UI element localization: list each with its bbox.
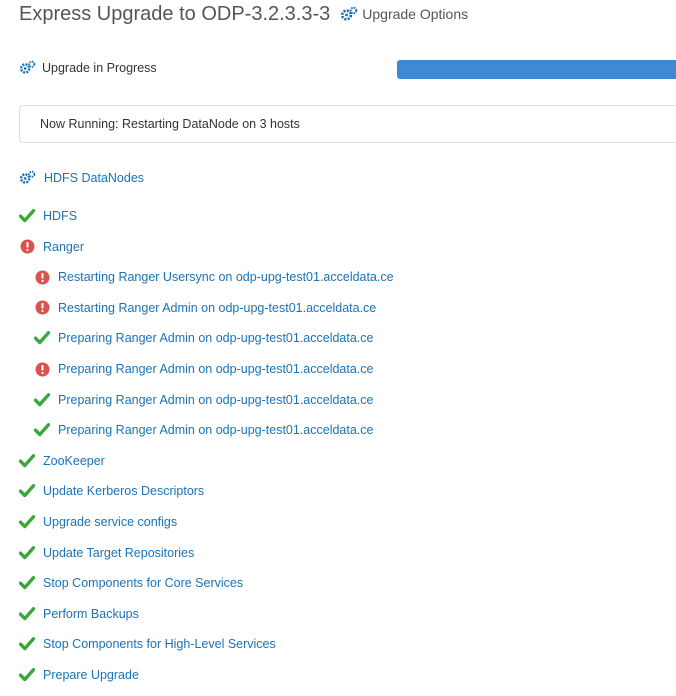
task-label: ZooKeeper [43,453,105,468]
task-item[interactable]: Upgrade service configs [19,513,177,531]
upgrade-options-label: Upgrade Options [362,6,469,22]
task-item[interactable]: Update Target Repositories [19,544,194,562]
task-label: Ranger [43,239,84,254]
checkmark-icon [19,545,35,561]
task-label: Preparing Ranger Admin on odp-upg-test01… [58,392,374,407]
error-icon [34,361,50,377]
gears-icon [19,170,36,184]
error-icon [34,269,50,285]
now-running-text: Now Running: Restarting DataNode on 3 ho… [40,117,300,131]
subtask-item[interactable]: Restarting Ranger Usersync on odp-upg-te… [34,268,394,286]
checkmark-icon [19,667,35,683]
task-label: Upgrade service configs [43,515,178,529]
task-label: Preparing Ranger Admin on odp-upg-test01… [58,331,374,346]
task-item[interactable]: Perform Backups [19,605,139,623]
header: Express Upgrade to ODP-3.2.3.3-3 Upgrade… [19,0,468,28]
error-icon [19,239,35,255]
page-title: Express Upgrade to ODP-3.2.3.3-3 [19,2,331,25]
task-label: Update Kerberos Descriptors [43,484,205,499]
subtask-item[interactable]: Restarting Ranger Admin on odp-upg-test0… [34,299,376,317]
subtask-item[interactable]: Preparing Ranger Admin on odp-upg-test01… [34,329,373,347]
checkmark-icon [19,636,35,652]
task-item[interactable]: Update Kerberos Descriptors [19,482,204,500]
upgrade-options-link[interactable]: Upgrade Options [340,6,468,22]
subtask-item[interactable]: Preparing Ranger Admin on odp-upg-test01… [34,391,373,409]
task-item[interactable]: Ranger [19,238,84,256]
task-label: HDFS [43,209,78,223]
task-label: Preparing Ranger Admin on odp-upg-test01… [58,423,374,438]
checkmark-icon [34,392,50,408]
task-item[interactable]: Stop Components for Core Services [19,574,243,592]
checkmark-icon [19,514,35,530]
upgrade-status-row: Upgrade in Progress [19,58,676,82]
upgrade-status: Upgrade in Progress [19,60,157,75]
checkmark-icon [19,575,35,591]
checkmark-icon [19,483,35,499]
now-running-panel: Now Running: Restarting DataNode on 3 ho… [19,105,676,143]
checkmark-icon [34,422,50,438]
current-group[interactable]: HDFS DataNodes [19,170,144,185]
task-item[interactable]: Stop Components for High-Level Services [19,635,276,653]
task-item[interactable]: Prepare Upgrade [19,666,139,684]
checkmark-icon [19,208,35,224]
gears-icon [341,6,358,21]
task-label: Perform Backups [43,606,139,621]
checkmark-icon [34,330,50,346]
checkmark-icon [19,606,35,622]
task-item[interactable]: HDFS [19,207,77,225]
task-label: Stop Components for High-Level Services [43,637,276,652]
upgrade-progress-fill [397,60,676,79]
error-icon [34,300,50,316]
current-group-label: HDFS DataNodes [44,170,145,185]
task-label: Stop Components for Core Services [43,576,244,591]
task-label: Update Target Repositories [43,545,195,560]
task-label: Restarting Ranger Usersync on odp-upg-te… [58,270,394,285]
checkmark-icon [19,453,35,469]
task-label: Restarting Ranger Admin on odp-upg-test0… [58,300,377,315]
subtask-item[interactable]: Preparing Ranger Admin on odp-upg-test01… [34,360,373,378]
subtask-item[interactable]: Preparing Ranger Admin on odp-upg-test01… [34,421,373,439]
task-label: Prepare Upgrade [43,668,139,682]
upgrade-progress-bar [397,60,676,79]
task-label: Preparing Ranger Admin on odp-upg-test01… [58,362,374,376]
upgrade-status-label: Upgrade in Progress [42,60,157,75]
task-item[interactable]: ZooKeeper [19,452,105,470]
gears-icon [19,60,36,74]
